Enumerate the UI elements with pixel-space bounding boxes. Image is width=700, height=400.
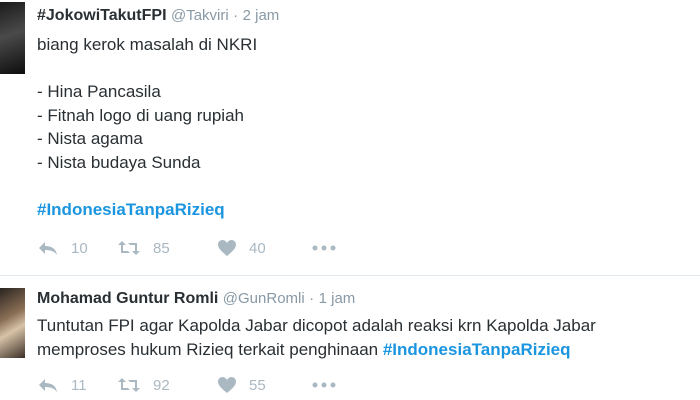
hashtag-link[interactable]: #IndonesiaTanpaRizieq <box>37 200 225 219</box>
author-handle[interactable]: @GunRomli <box>223 290 305 307</box>
more-button[interactable] <box>312 382 336 388</box>
author-name[interactable]: Mohamad Guntur Romli <box>37 290 218 307</box>
author-handle[interactable]: @Takviri <box>171 7 229 24</box>
reply-icon <box>37 377 59 393</box>
author-name[interactable]: #JokowiTakutFPI <box>37 7 167 24</box>
tweet-header: #JokowiTakutFPI @Takviri · 2 jam <box>37 7 279 25</box>
reply-button[interactable]: 11 <box>37 377 100 394</box>
retweet-count: 85 <box>153 239 170 257</box>
tweet-header: Mohamad Guntur Romli @GunRomli · 1 jam <box>37 290 355 308</box>
avatar[interactable] <box>0 2 25 74</box>
more-icon <box>312 245 336 251</box>
reply-count: 11 <box>71 376 87 394</box>
separator: · <box>309 290 315 307</box>
retweet-button[interactable]: 85 <box>117 240 217 257</box>
retweet-count: 92 <box>153 376 170 394</box>
tweet-text: biang kerok masalah di NKRI - Hina Panca… <box>37 33 257 221</box>
timestamp[interactable]: 2 jam <box>243 7 280 24</box>
tweet-text: Tuntutan FPI agar Kapolda Jabar dicopot … <box>37 314 596 361</box>
hashtag-link[interactable]: #IndonesiaTanpaRizieq <box>383 340 571 359</box>
reply-count: 10 <box>71 239 88 257</box>
retweet-icon <box>117 240 141 256</box>
more-button[interactable] <box>312 245 336 251</box>
like-count: 55 <box>249 376 266 394</box>
heart-icon <box>217 376 237 394</box>
tweet[interactable]: #JokowiTakutFPI @Takviri · 2 jam biang k… <box>0 0 700 276</box>
heart-icon <box>217 239 237 257</box>
tweet-body: biang kerok masalah di NKRI - Hina Panca… <box>37 35 258 172</box>
reply-icon <box>37 240 59 256</box>
timestamp[interactable]: 1 jam <box>319 290 356 307</box>
tweet-actions: 10 85 40 <box>37 239 336 257</box>
retweet-button[interactable]: 92 <box>117 377 217 394</box>
more-icon <box>312 382 336 388</box>
separator: · <box>233 7 239 24</box>
reply-button[interactable]: 10 <box>37 240 100 257</box>
tweet-actions: 11 92 55 <box>37 376 336 394</box>
retweet-icon <box>117 377 141 393</box>
avatar[interactable] <box>0 288 25 358</box>
like-count: 40 <box>249 239 266 257</box>
like-button[interactable]: 40 <box>217 239 312 257</box>
like-button[interactable]: 55 <box>217 376 312 394</box>
